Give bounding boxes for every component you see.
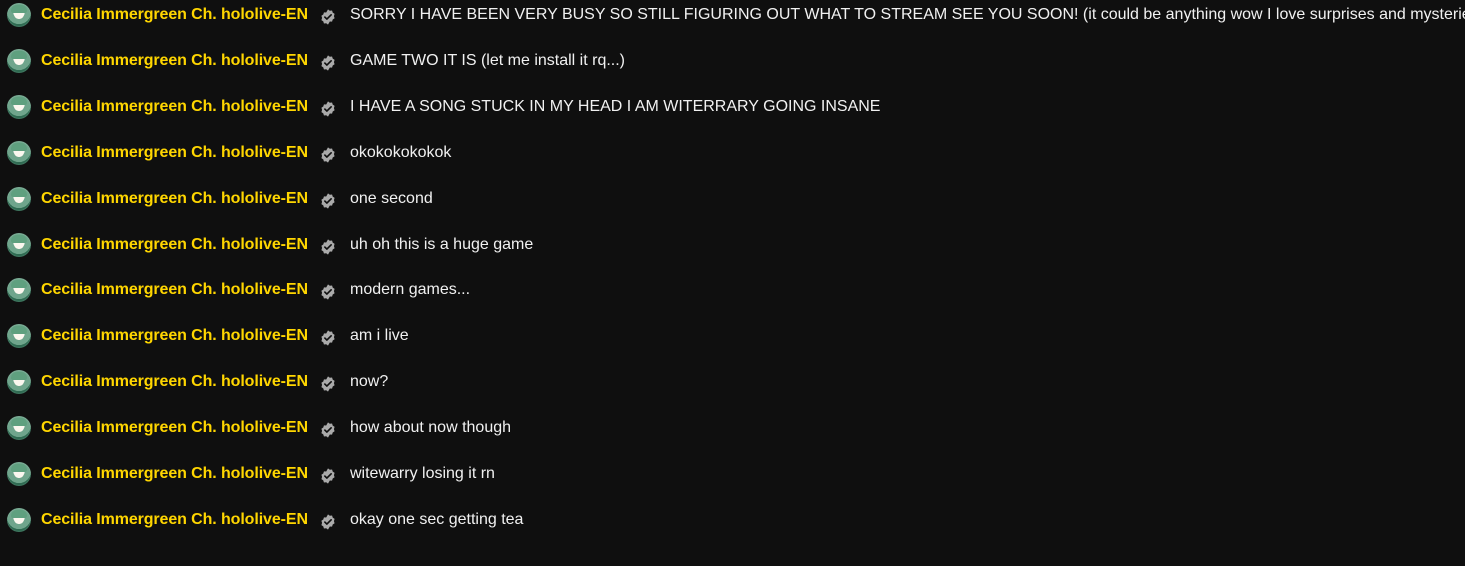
- author-avatar[interactable]: [7, 3, 31, 27]
- chat-message: Cecilia Immergreen Ch. hololive-EN GAME …: [0, 38, 1465, 84]
- author-avatar[interactable]: [7, 278, 31, 302]
- message-text: I HAVE A SONG STUCK IN MY HEAD I AM WITE…: [350, 98, 881, 115]
- author-name[interactable]: Cecilia Immergreen Ch. hololive-EN: [41, 52, 308, 70]
- verified-check-icon: [321, 330, 335, 346]
- author-avatar[interactable]: [7, 508, 31, 532]
- message-text: okokokokokok: [350, 144, 452, 161]
- message-text: witewarry losing it rn: [350, 465, 495, 482]
- verified-check-icon: [321, 9, 335, 25]
- chat-message: Cecilia Immergreen Ch. hololive-EN I HAV…: [0, 84, 1465, 130]
- message-text: now?: [350, 373, 389, 390]
- message-text: uh oh this is a huge game: [350, 236, 534, 253]
- author-avatar[interactable]: [7, 141, 31, 165]
- verified-check-icon: [321, 55, 335, 71]
- live-chat-panel: Cecilia Immergreen Ch. hololive-EN SORRY…: [0, 0, 1465, 566]
- message-text: okay one sec getting tea: [350, 511, 524, 528]
- author-name[interactable]: Cecilia Immergreen Ch. hololive-EN: [41, 327, 308, 345]
- author-avatar[interactable]: [7, 49, 31, 73]
- author-name[interactable]: Cecilia Immergreen Ch. hololive-EN: [41, 98, 308, 116]
- author-name[interactable]: Cecilia Immergreen Ch. hololive-EN: [41, 190, 308, 208]
- message-text: am i live: [350, 327, 409, 344]
- message-text: GAME TWO IT IS (let me install it rq...): [350, 52, 626, 69]
- author-name[interactable]: Cecilia Immergreen Ch. hololive-EN: [41, 236, 308, 254]
- chat-message: Cecilia Immergreen Ch. hololive-EN one s…: [0, 176, 1465, 222]
- verified-check-icon: [321, 193, 335, 209]
- message-text: how about now though: [350, 419, 512, 436]
- message-text: one second: [350, 190, 433, 207]
- author-name[interactable]: Cecilia Immergreen Ch. hololive-EN: [41, 465, 308, 483]
- chat-message: Cecilia Immergreen Ch. hololive-EN now?: [0, 359, 1465, 405]
- chat-message: Cecilia Immergreen Ch. hololive-EN uh oh…: [0, 222, 1465, 268]
- chat-message: Cecilia Immergreen Ch. hololive-EN how a…: [0, 405, 1465, 451]
- author-name[interactable]: Cecilia Immergreen Ch. hololive-EN: [41, 373, 308, 391]
- chat-message: Cecilia Immergreen Ch. hololive-EN moder…: [0, 267, 1465, 313]
- verified-check-icon: [321, 284, 335, 300]
- message-text: modern games...: [350, 281, 471, 298]
- message-text: SORRY I HAVE BEEN VERY BUSY SO STILL FIG…: [350, 6, 1465, 23]
- chat-message: Cecilia Immergreen Ch. hololive-EN am i …: [0, 313, 1465, 359]
- verified-check-icon: [321, 101, 335, 117]
- verified-check-icon: [321, 239, 335, 255]
- author-name[interactable]: Cecilia Immergreen Ch. hololive-EN: [41, 6, 308, 24]
- verified-check-icon: [321, 422, 335, 438]
- author-name[interactable]: Cecilia Immergreen Ch. hololive-EN: [41, 144, 308, 162]
- author-avatar[interactable]: [7, 370, 31, 394]
- chat-message: Cecilia Immergreen Ch. hololive-EN witew…: [0, 451, 1465, 497]
- chat-message: Cecilia Immergreen Ch. hololive-EN okoko…: [0, 130, 1465, 176]
- author-name[interactable]: Cecilia Immergreen Ch. hololive-EN: [41, 281, 308, 299]
- author-avatar[interactable]: [7, 233, 31, 257]
- author-avatar[interactable]: [7, 95, 31, 119]
- verified-check-icon: [321, 147, 335, 163]
- author-name[interactable]: Cecilia Immergreen Ch. hololive-EN: [41, 511, 308, 529]
- author-avatar[interactable]: [7, 462, 31, 486]
- author-avatar[interactable]: [7, 324, 31, 348]
- author-name[interactable]: Cecilia Immergreen Ch. hololive-EN: [41, 419, 308, 437]
- author-avatar[interactable]: [7, 416, 31, 440]
- chat-message: Cecilia Immergreen Ch. hololive-EN okay …: [0, 497, 1465, 543]
- verified-check-icon: [321, 468, 335, 484]
- verified-check-icon: [321, 514, 335, 530]
- verified-check-icon: [321, 376, 335, 392]
- author-avatar[interactable]: [7, 187, 31, 211]
- chat-message: Cecilia Immergreen Ch. hololive-EN SORRY…: [0, 0, 1465, 38]
